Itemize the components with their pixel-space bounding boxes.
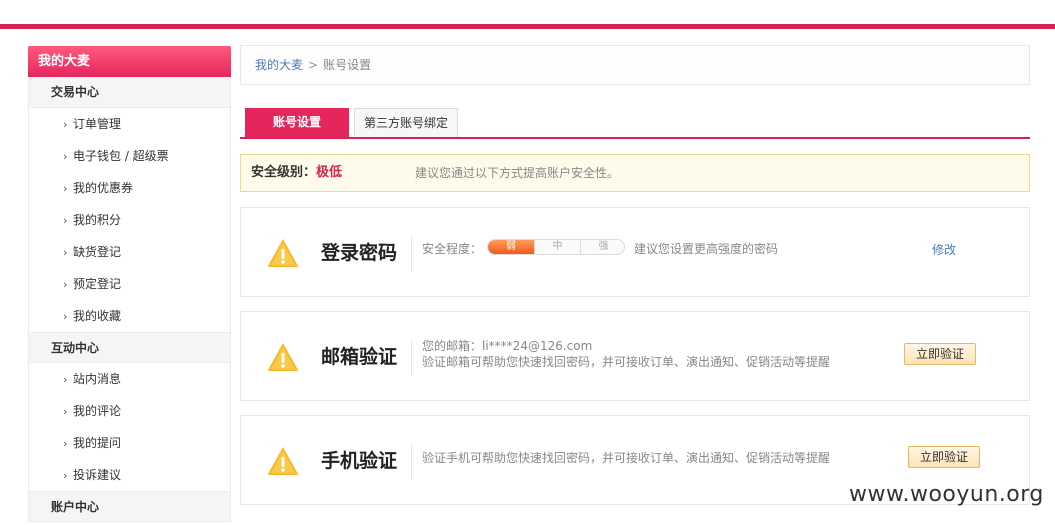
email-description: 验证邮箱可帮助您快速找回密码，并可接收订单、演出通知、促销活动等提醒 [422,355,831,369]
sidebar-item-label: 我的积分 [73,213,122,227]
password-tip: 建议您设置更高强度的密码 [634,242,779,256]
email-title: 邮箱验证 [321,346,398,368]
breadcrumb: 我的大麦 > 账号设置 [240,45,1030,85]
password-card: 登录密码 安全程度： 弱 中 强 建议您设置更高强度的密码 修改 [240,207,1030,297]
strength-medium: 中 [534,240,580,254]
chevron-right-icon: › [63,405,68,418]
chevron-right-icon: › [63,214,68,227]
security-level-value: 极低 [316,165,343,180]
sidebar-item-label: 预定登记 [73,277,122,291]
divider [411,444,412,480]
breadcrumb-current: 账号设置 [323,58,372,72]
chevron-right-icon: › [63,182,68,195]
breadcrumb-home-link[interactable]: 我的大麦 [255,58,303,72]
sidebar-section-interaction: 互动中心 [28,332,231,363]
chevron-right-icon: › [63,469,68,482]
sidebar-item-reservation[interactable]: › 预定登记 [28,268,231,300]
sidebar-item-label: 我的评论 [73,404,122,418]
chevron-right-icon: › [63,150,68,163]
tab-bar: 账号设置 第三方账号绑定 [240,108,1030,139]
security-level-label: 安全级别： [251,165,317,180]
chevron-right-icon: › [63,246,68,259]
chevron-right-icon: › [63,278,68,291]
chevron-right-icon: › [63,437,68,450]
warning-icon [267,447,299,475]
strength-weak: 弱 [488,240,534,254]
sidebar-section-trade: 交易中心 [28,77,231,108]
phone-description: 验证手机可帮助您快速找回密码，并可接收订单、演出通知、促销活动等提醒 [422,451,831,465]
chevron-right-icon: › [63,373,68,386]
strength-strong: 强 [580,240,624,254]
password-title: 登录密码 [321,242,398,264]
sidebar-item-favorites[interactable]: › 我的收藏 [28,300,231,332]
sidebar-item-points[interactable]: › 我的积分 [28,204,231,236]
breadcrumb-separator: > [308,58,319,72]
sidebar-item-label: 我的优惠券 [73,181,134,195]
security-level-tip: 建议您通过以下方式提高账户安全性。 [415,166,620,180]
sidebar: 我的大麦 交易中心 › 订单管理 › 电子钱包 / 超级票 › 我的优惠券 › 我的积分… [28,46,231,522]
sidebar-item-label: 投诉建议 [73,468,122,482]
sidebar-item-label: 缺货登记 [73,245,122,259]
sidebar-item-messages[interactable]: › 站内消息 [28,363,231,395]
sidebar-item-label: 站内消息 [73,372,122,386]
sidebar-item-wallet[interactable]: › 电子钱包 / 超级票 [28,140,231,172]
divider [411,340,412,376]
chevron-right-icon: › [63,118,68,131]
tab-account-settings[interactable]: 账号设置 [245,108,349,137]
sidebar-item-label: 订单管理 [73,117,122,131]
warning-icon [267,343,299,371]
sidebar-item-label: 我的收藏 [73,309,122,323]
sidebar-section-account: 账户中心 [28,491,231,522]
sidebar-item-orders[interactable]: › 订单管理 [28,108,231,140]
top-brand-bar [0,24,1055,29]
sidebar-header: 我的大麦 [28,46,231,77]
password-strength-meter: 弱 中 强 [487,239,625,255]
change-password-link[interactable]: 修改 [932,241,956,258]
sidebar-item-reviews[interactable]: › 我的评论 [28,395,231,427]
sidebar-item-coupons[interactable]: › 我的优惠券 [28,172,231,204]
tab-third-party-binding[interactable]: 第三方账号绑定 [354,108,458,137]
sidebar-item-complaints[interactable]: › 投诉建议 [28,459,231,491]
chevron-right-icon: › [63,310,68,323]
email-card: 邮箱验证 您的邮箱：li****24@126.com 验证邮箱可帮助您快速找回密… [240,311,1030,401]
verify-phone-button[interactable]: 立即验证 [908,446,980,468]
watermark-text: www.wooyun.org [849,482,1044,507]
verify-email-button[interactable]: 立即验证 [904,343,976,365]
warning-icon [267,239,299,267]
security-level-bar: 安全级别：极低 建议您通过以下方式提高账户安全性。 [240,154,1030,192]
password-strength-label: 安全程度： [422,242,483,256]
divider [411,236,412,272]
phone-title: 手机验证 [321,450,398,472]
sidebar-item-stockout[interactable]: › 缺货登记 [28,236,231,268]
sidebar-item-label: 电子钱包 / 超级票 [73,149,169,163]
sidebar-item-label: 我的提问 [73,436,122,450]
sidebar-item-questions[interactable]: › 我的提问 [28,427,231,459]
email-address: 您的邮箱：li****24@126.com [422,339,593,353]
